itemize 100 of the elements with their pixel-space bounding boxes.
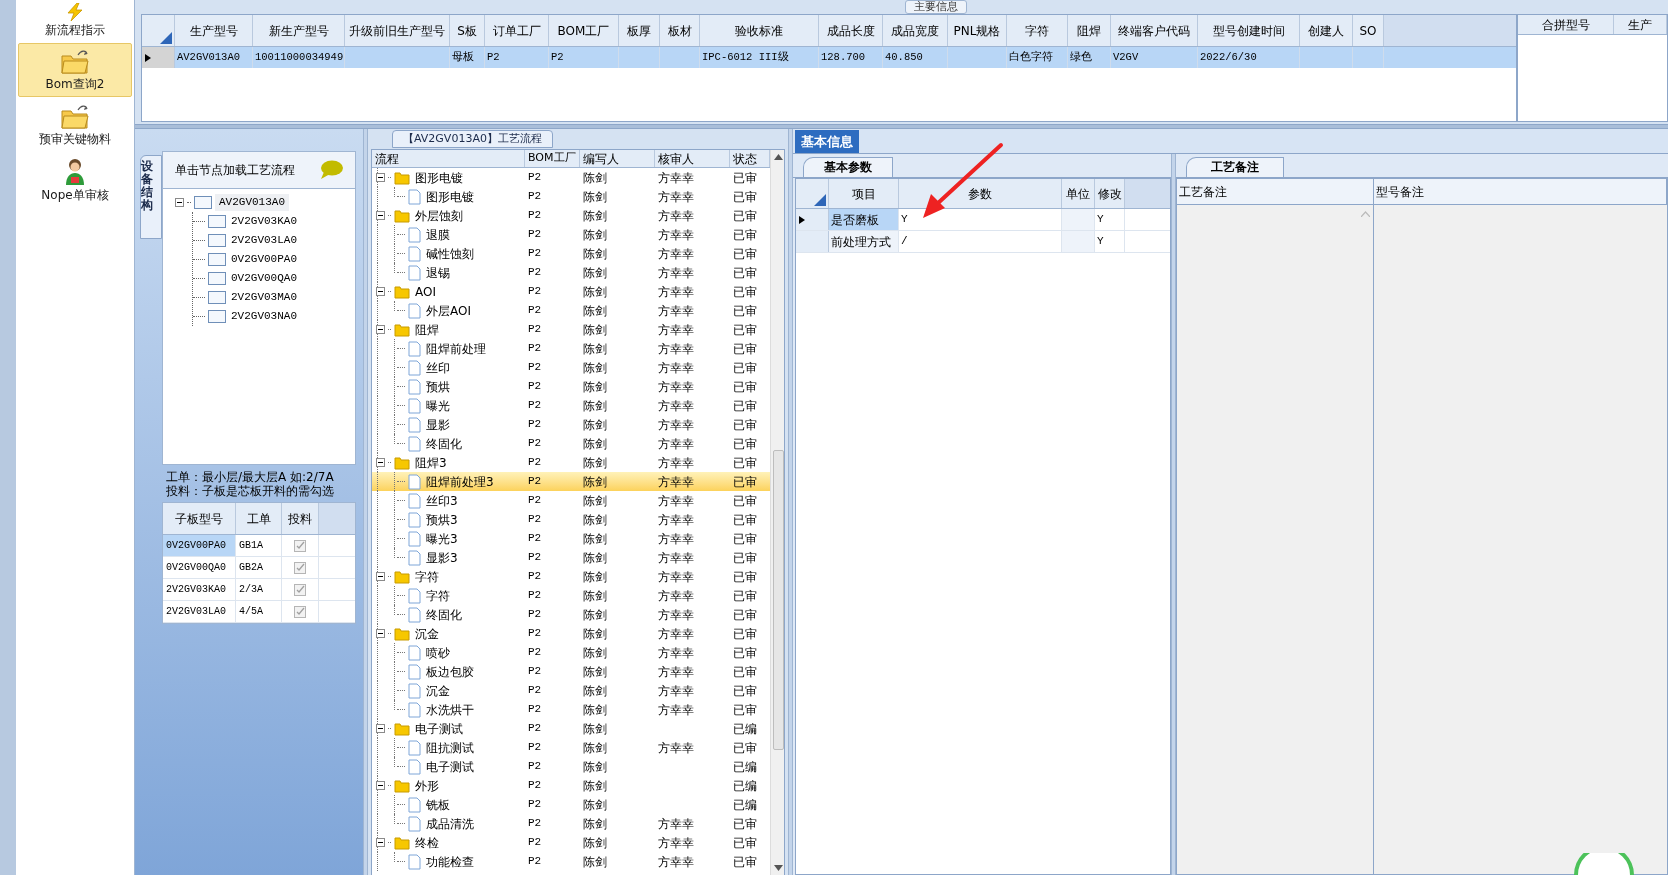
tree-node-label[interactable]: 0V2GV00PA0 [229, 251, 299, 268]
tree-row[interactable]: 电子测试 P2 陈剑 已编 [372, 757, 770, 776]
column-header[interactable]: BOM工厂 [525, 150, 580, 167]
sidebar-item[interactable]: 新流程指示 [18, 0, 132, 42]
tree-row[interactable]: 图形电镀 P2 陈剑 方幸幸 已审 [372, 187, 770, 206]
column-header[interactable]: 型号创建时间 [1198, 15, 1300, 46]
collapse-icon[interactable] [376, 173, 385, 182]
column-header[interactable]: 字符 [1007, 15, 1068, 46]
tree-row[interactable]: 曝光3 P2 陈剑 方幸幸 已审 [372, 529, 770, 548]
column-header[interactable]: 新生产型号 [253, 15, 345, 46]
row-header[interactable] [796, 209, 829, 230]
column-header[interactable]: 型号备注 [1374, 179, 1667, 204]
collapse-icon[interactable] [376, 724, 385, 733]
column-header[interactable]: 升级前旧生产型号 [345, 15, 450, 46]
tree-row[interactable]: 终固化 P2 陈剑 方幸幸 已审 [372, 605, 770, 624]
column-header[interactable]: BOM工厂 [549, 15, 619, 46]
tree-row[interactable]: 沉金 P2 陈剑 方幸幸 已审 [372, 624, 770, 643]
tree-node-label[interactable]: 2V2GV03KA0 [229, 213, 299, 230]
scroll-thumb[interactable] [772, 450, 784, 750]
tree-row[interactable]: 成品清洗 P2 陈剑 方幸幸 已审 [372, 814, 770, 833]
column-header[interactable]: 创建人 [1300, 15, 1353, 46]
tree-row[interactable]: 碱性蚀刻 P2 陈剑 方幸幸 已审 [372, 244, 770, 263]
collapse-icon[interactable] [175, 198, 184, 207]
tree-row[interactable]: 阻焊前处理3 P2 陈剑 方幸幸 已审 [372, 472, 770, 491]
tree-row[interactable]: 水洗烘干 P2 陈剑 方幸幸 已审 [372, 700, 770, 719]
column-header[interactable]: 生产型号 [175, 15, 253, 46]
tree-row[interactable]: 喷砂 P2 陈剑 方幸幸 已审 [372, 643, 770, 662]
tree-row[interactable]: 功能检查 P2 陈剑 方幸幸 已审 [372, 852, 770, 871]
column-header[interactable]: 子板型号 [163, 503, 236, 534]
tree-node[interactable]: AV2GV013A0 [215, 194, 289, 211]
tree-node-label[interactable]: 2V2GV03MA0 [229, 289, 299, 306]
column-header[interactable]: 编写人 [580, 150, 655, 167]
tree-row[interactable]: 图形电镀 P2 陈剑 方幸幸 已审 [372, 168, 770, 187]
tree-row[interactable]: 终检 P2 陈剑 方幸幸 已审 [372, 833, 770, 852]
tree-row[interactable]: 曝光 P2 陈剑 方幸幸 已审 [372, 396, 770, 415]
collapse-icon[interactable] [376, 287, 385, 296]
tree-row[interactable]: 字符 P2 陈剑 方幸幸 已审 [372, 567, 770, 586]
collapse-icon[interactable] [376, 781, 385, 790]
tree-row[interactable]: 丝印3 P2 陈剑 方幸幸 已审 [372, 491, 770, 510]
panel-tab[interactable]: 基本参数 [803, 157, 893, 177]
column-header[interactable]: PNL规格 [948, 15, 1007, 46]
sidebar-item[interactable]: 预审关键物料 [18, 98, 132, 152]
checkbox[interactable] [294, 561, 306, 574]
tree-row[interactable]: 沉金 P2 陈剑 方幸幸 已审 [372, 681, 770, 700]
tree-node-label[interactable]: 0V2GV00QA0 [229, 270, 299, 287]
column-header[interactable]: 成品长度 [819, 15, 883, 46]
column-header[interactable]: 生产 [1614, 15, 1667, 34]
tree-node-label[interactable]: 2V2GV03NA0 [229, 308, 299, 325]
tree-row[interactable]: 阻焊 P2 陈剑 方幸幸 已审 [372, 320, 770, 339]
tree-row[interactable]: 字符 P2 陈剑 方幸幸 已审 [372, 586, 770, 605]
column-header[interactable]: 工艺备注 [1177, 179, 1374, 204]
collapse-icon[interactable] [376, 838, 385, 847]
column-header[interactable]: 合拼型号 [1518, 15, 1614, 34]
table-row[interactable]: AV2GV013A0 10011000034949 母板 P2 P2 IPC-6012 III级 128.700 40.850 白色字符 绿色 V2GV 2022/6/30 [142, 47, 1516, 68]
panel-tab[interactable]: 工艺备注 [1186, 157, 1284, 177]
tree-row[interactable]: 板边包胶 P2 陈剑 方幸幸 已审 [372, 662, 770, 681]
tree-row[interactable]: 丝印 P2 陈剑 方幸幸 已审 [372, 358, 770, 377]
panel-tab[interactable]: 【AV2GV013A0】工艺流程 [392, 130, 553, 148]
checkbox[interactable] [294, 605, 306, 618]
tab[interactable]: 基本信息 [795, 130, 859, 153]
tree-row[interactable]: 外层AOI P2 陈剑 方幸幸 已审 [372, 301, 770, 320]
tree-row[interactable]: 阻焊3 P2 陈剑 方幸幸 已审 [372, 453, 770, 472]
tree-row[interactable]: 外形 P2 陈剑 已编 [372, 776, 770, 795]
column-header[interactable]: 订单工厂 [485, 15, 549, 46]
side-tab[interactable]: 设备结构 [140, 155, 162, 239]
column-header[interactable]: 单位 [1062, 179, 1095, 208]
column-header[interactable]: 验收标准 [700, 15, 819, 46]
tree-row[interactable]: 退膜 P2 陈剑 方幸幸 已审 [372, 225, 770, 244]
checkbox[interactable] [294, 583, 306, 596]
tree-row[interactable]: 显影3 P2 陈剑 方幸幸 已审 [372, 548, 770, 567]
collapse-icon[interactable] [376, 629, 385, 638]
tree-row[interactable]: 显影 P2 陈剑 方幸幸 已审 [372, 415, 770, 434]
column-header[interactable]: 工单 [236, 503, 282, 534]
column-header[interactable]: 板厚 [619, 15, 660, 46]
column-header[interactable]: 核审人 [655, 150, 730, 167]
column-header[interactable]: 板材 [660, 15, 700, 46]
column-header[interactable]: 流程 [372, 150, 525, 167]
collapse-icon[interactable] [376, 211, 385, 220]
checkbox[interactable] [294, 539, 306, 552]
tree-row[interactable]: 外层蚀刻 P2 陈剑 方幸幸 已审 [372, 206, 770, 225]
column-header[interactable]: 项目 [829, 179, 899, 208]
collapse-icon[interactable] [376, 458, 385, 467]
sidebar-item[interactable]: Nope单审核 [18, 153, 132, 207]
tree-row[interactable]: 预烘 P2 陈剑 方幸幸 已审 [372, 377, 770, 396]
tree-row[interactable]: 预烘3 P2 陈剑 方幸幸 已审 [372, 510, 770, 529]
tree-row[interactable]: 铣板 P2 陈剑 已编 [372, 795, 770, 814]
column-header[interactable]: 阻焊 [1068, 15, 1111, 46]
column-header[interactable]: 终端客户代码 [1111, 15, 1198, 46]
row-header[interactable] [142, 47, 175, 68]
tree-row[interactable]: 阻焊前处理 P2 陈剑 方幸幸 已审 [372, 339, 770, 358]
tree-node-label[interactable]: 2V2GV03LA0 [229, 232, 299, 249]
collapse-icon[interactable] [376, 572, 385, 581]
tree-row[interactable]: 阻抗测试 P2 陈剑 方幸幸 已审 [372, 738, 770, 757]
column-header[interactable]: S板 [450, 15, 485, 46]
tree-row[interactable]: 终固化 P2 陈剑 方幸幸 已审 [372, 434, 770, 453]
sidebar-item[interactable]: Bom查询2 [18, 43, 132, 97]
column-header[interactable]: 成品宽度 [883, 15, 948, 46]
tree-row[interactable]: 电子测试 P2 陈剑 已编 [372, 719, 770, 738]
scrollbar[interactable] [770, 150, 784, 875]
collapse-icon[interactable] [376, 325, 385, 334]
